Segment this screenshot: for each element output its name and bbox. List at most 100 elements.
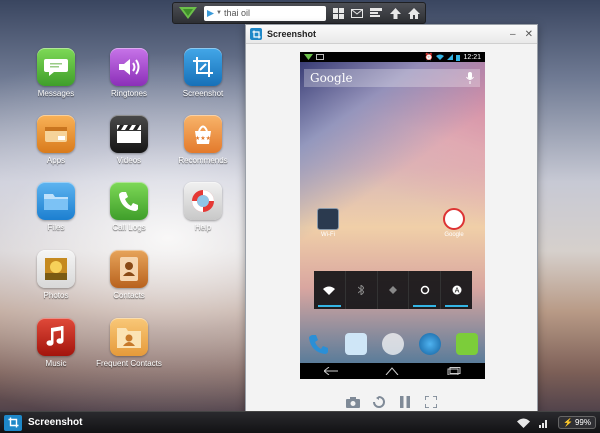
widget-sync-toggle[interactable] <box>409 271 442 309</box>
apps-icon <box>37 115 75 153</box>
desktop-app-frequent-contacts[interactable]: Frequent Contacts <box>92 318 166 369</box>
window-titlebar[interactable]: Screenshot – ✕ <box>246 25 537 44</box>
desktop-app-photos[interactable]: Photos <box>19 250 93 301</box>
screenshot-icon <box>250 28 262 40</box>
app-label: Apps <box>46 156 66 165</box>
app-label: Files <box>47 223 65 232</box>
power-control-widget: A <box>314 271 472 309</box>
desktop-app-apps[interactable]: Apps <box>19 115 93 166</box>
rotate-icon <box>372 396 385 408</box>
people-icon[interactable] <box>344 333 367 355</box>
videos-icon <box>110 115 148 153</box>
pause-button[interactable] <box>398 395 412 409</box>
battery-icon <box>456 54 461 61</box>
wifi-settings-icon <box>317 208 339 230</box>
phone-shortcut-wifi[interactable]: Wi-Fi <box>308 208 348 238</box>
screenshot-icon <box>184 48 222 86</box>
app-label: Ringtones <box>110 89 148 98</box>
bluetooth-icon <box>358 285 365 295</box>
desktop-app-contacts[interactable]: Contacts <box>92 250 166 301</box>
sync-icon <box>420 285 430 295</box>
camera-icon <box>345 396 360 408</box>
desktop-app-recommends[interactable]: ★★★ Recommends <box>166 115 240 166</box>
desktop-app-ringtones[interactable]: Ringtones <box>92 48 166 99</box>
shortcut-label: Google <box>444 232 464 238</box>
taskbar-item-label: Screenshot <box>28 417 83 428</box>
image-notification-icon <box>316 54 324 60</box>
phone-screen: ⏰ 12:21 Google Wi-Fi Google A <box>300 52 485 379</box>
desktop-app-messages[interactable]: Messages <box>19 48 93 99</box>
mail-icon[interactable] <box>350 6 364 20</box>
camera-button[interactable] <box>345 395 360 409</box>
phone-clock: 12:21 <box>463 53 481 61</box>
app-label: Photos <box>43 291 69 300</box>
messaging-icon[interactable] <box>455 333 478 355</box>
desktop-app-help[interactable]: Help <box>166 182 240 233</box>
widget-gps-toggle[interactable] <box>378 271 410 309</box>
desktop-app-videos[interactable]: Videos <box>92 115 166 166</box>
signal-icon[interactable] <box>539 418 549 428</box>
search-input[interactable]: thai oil <box>224 8 250 18</box>
phone-nav-bar <box>300 363 485 379</box>
desktop-app-music[interactable]: Music <box>19 318 93 369</box>
screen-capture-icon[interactable] <box>369 6 383 20</box>
home-icon[interactable] <box>385 367 399 375</box>
contacts-icon <box>110 250 148 288</box>
recommends-icon: ★★★ <box>184 115 222 153</box>
battery-level: 99% <box>574 418 591 427</box>
back-icon[interactable] <box>323 367 338 375</box>
app-label: Help <box>194 223 212 232</box>
taskbar: Screenshot ⚡ 99% <box>0 411 600 433</box>
taskbar-item-screenshot[interactable]: Screenshot <box>4 414 83 431</box>
app-drawer-icon[interactable] <box>381 333 404 355</box>
rotate-button[interactable] <box>372 395 386 409</box>
gmail-icon <box>443 208 465 230</box>
play-store-icon <box>207 9 214 17</box>
battery-icon: ⚡ <box>563 418 573 427</box>
app-label: Call Logs <box>112 223 146 232</box>
battery-indicator[interactable]: ⚡ 99% <box>558 416 596 429</box>
wifi-icon <box>323 286 336 295</box>
widget-bluetooth-toggle[interactable] <box>346 271 378 309</box>
upload-icon[interactable] <box>388 6 402 20</box>
desktop-app-call-logs[interactable]: Call Logs <box>92 182 166 233</box>
phone-shortcut-google[interactable]: Google <box>434 208 474 238</box>
desktop-app-screenshot[interactable]: Screenshot <box>166 48 240 99</box>
svg-text:★★★: ★★★ <box>195 135 211 142</box>
wifi-icon[interactable] <box>517 418 531 428</box>
google-search-text: Google <box>310 71 353 85</box>
widget-wifi-toggle[interactable] <box>314 271 346 309</box>
chevron-down-icon: ▼ <box>216 10 222 16</box>
window-action-bar <box>246 395 537 409</box>
photos-icon <box>37 250 75 288</box>
search-box[interactable]: ▼ thai oil <box>204 5 326 21</box>
home-icon[interactable] <box>407 6 421 20</box>
desktop-app-files[interactable]: Files <box>19 182 93 233</box>
alarm-icon: ⏰ <box>424 54 434 61</box>
app-label: Recommends <box>178 156 228 165</box>
google-search-bar[interactable]: Google <box>304 69 480 87</box>
widget-brightness-toggle[interactable]: A <box>441 271 472 309</box>
screenshot-window: Screenshot – ✕ ⏰ 12:21 Google Wi-Fi Goog… <box>245 24 538 414</box>
signal-icon <box>447 54 454 60</box>
airdroid-logo-icon[interactable] <box>177 5 199 21</box>
close-button[interactable]: ✕ <box>525 29 533 40</box>
app-label: Screenshot <box>182 89 224 98</box>
phone-status-bar: ⏰ 12:21 <box>300 52 485 62</box>
call-logs-icon <box>110 182 148 220</box>
messages-icon <box>37 48 75 86</box>
files-icon <box>37 182 75 220</box>
music-icon <box>37 318 75 356</box>
app-label: Videos <box>116 156 142 165</box>
microphone-icon[interactable] <box>466 72 474 84</box>
airdroid-logo-icon <box>304 54 313 60</box>
minimize-button[interactable]: – <box>510 29 516 40</box>
apps-grid-icon[interactable] <box>331 6 345 20</box>
fullscreen-icon <box>424 396 437 408</box>
shortcut-label: Wi-Fi <box>321 232 335 238</box>
recent-apps-icon[interactable] <box>447 367 461 375</box>
svg-text:A: A <box>454 287 459 295</box>
phone-dialer-icon[interactable] <box>308 333 330 355</box>
browser-globe-icon[interactable] <box>418 333 441 355</box>
fullscreen-button[interactable] <box>424 395 438 409</box>
